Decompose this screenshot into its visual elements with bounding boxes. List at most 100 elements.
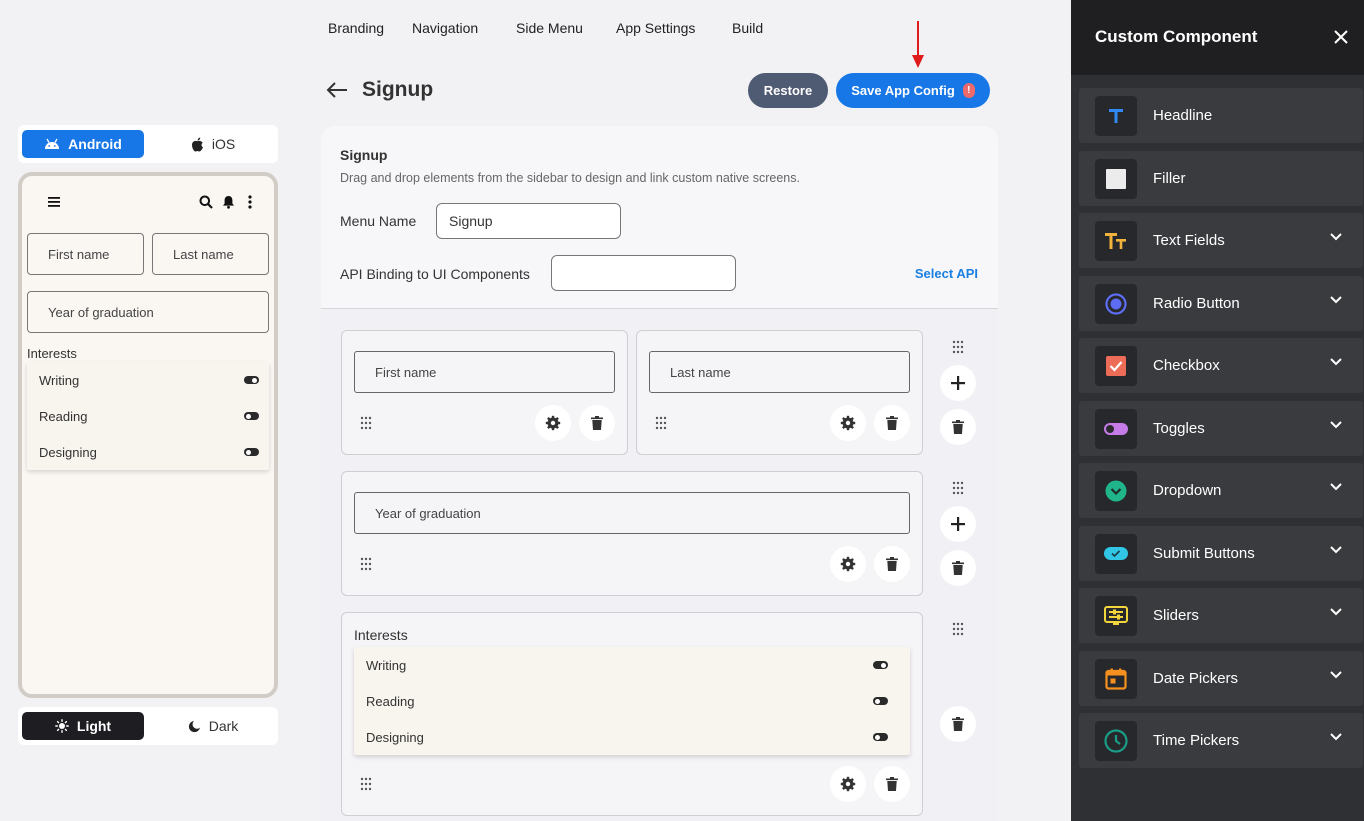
more-vertical-icon[interactable] bbox=[240, 192, 260, 212]
preview-first-name-input[interactable]: First name bbox=[27, 233, 144, 275]
ios-tab[interactable]: iOS bbox=[152, 130, 274, 158]
delete-button[interactable] bbox=[874, 546, 910, 582]
canvas-year-input[interactable]: Year of graduation bbox=[354, 492, 910, 534]
light-label: Light bbox=[76, 718, 112, 734]
page-header: Signup bbox=[326, 78, 433, 102]
settings-button[interactable] bbox=[830, 546, 866, 582]
sidebar-item-sliders[interactable]: Sliders bbox=[1079, 588, 1363, 643]
toggle-icon bbox=[1095, 408, 1137, 449]
chevron-down-icon[interactable] bbox=[1329, 293, 1343, 307]
row-drag-handle-icon[interactable] bbox=[951, 339, 965, 355]
sidebar-item-label: Text Fields bbox=[1153, 232, 1225, 249]
chevron-down-icon[interactable] bbox=[1329, 480, 1343, 494]
toggle-switch[interactable] bbox=[873, 661, 888, 669]
bell-icon[interactable] bbox=[218, 192, 238, 212]
canvas-interests-label: Interests bbox=[354, 627, 408, 643]
chevron-down-icon[interactable] bbox=[1329, 605, 1343, 619]
annotation-arrow-icon bbox=[912, 21, 924, 68]
nav-navigation[interactable]: Navigation bbox=[412, 20, 478, 36]
list-item: Designing bbox=[354, 719, 910, 755]
menu-name-input[interactable]: Signup bbox=[436, 203, 621, 239]
select-api-link[interactable]: Select API bbox=[915, 266, 978, 281]
add-row-button[interactable] bbox=[940, 365, 976, 401]
delete-row-button[interactable] bbox=[940, 550, 976, 586]
chevron-down-icon[interactable] bbox=[1329, 543, 1343, 557]
sidebar-item-label: Checkbox bbox=[1153, 357, 1220, 374]
phone-preview: First name Last name Year of graduation … bbox=[18, 172, 278, 698]
dark-theme-tab[interactable]: Dark bbox=[152, 712, 274, 740]
toggle-switch[interactable] bbox=[244, 412, 259, 420]
page-title: Signup bbox=[362, 78, 434, 101]
toggle-switch[interactable] bbox=[873, 697, 888, 705]
list-item: Writing bbox=[354, 647, 910, 683]
sidebar-item-text-fields[interactable]: Text Fields bbox=[1079, 213, 1363, 268]
sidebar-item-time-pickers[interactable]: Time Pickers bbox=[1079, 713, 1363, 768]
row-drag-handle-icon[interactable] bbox=[951, 480, 965, 496]
row-drag-handle-icon[interactable] bbox=[951, 621, 965, 637]
chevron-down-icon[interactable] bbox=[1329, 668, 1343, 682]
settings-button[interactable] bbox=[830, 766, 866, 802]
sidebar-item-radio-button[interactable]: Radio Button bbox=[1079, 276, 1363, 331]
delete-row-button[interactable] bbox=[940, 706, 976, 742]
time-picker-icon bbox=[1095, 720, 1137, 761]
plus-icon bbox=[951, 517, 965, 531]
add-row-button[interactable] bbox=[940, 506, 976, 542]
screen-settings: Signup Drag and drop elements from the s… bbox=[321, 126, 998, 309]
light-theme-tab[interactable]: Light bbox=[22, 712, 144, 740]
menu-name-label: Menu Name bbox=[340, 213, 417, 229]
settings-button[interactable] bbox=[830, 405, 866, 441]
sidebar-item-submit-buttons[interactable]: Submit Buttons bbox=[1079, 526, 1363, 581]
sidebar-item-date-pickers[interactable]: Date Pickers bbox=[1079, 651, 1363, 706]
settings-button[interactable] bbox=[535, 405, 571, 441]
toggle-switch[interactable] bbox=[244, 376, 259, 384]
first-name-component: First name bbox=[341, 330, 628, 455]
sidebar-item-toggles[interactable]: Toggles bbox=[1079, 401, 1363, 456]
drag-handle-icon[interactable] bbox=[654, 415, 668, 431]
sidebar-item-headline[interactable]: Headline bbox=[1079, 88, 1363, 143]
sidebar-header: Custom Component bbox=[1071, 0, 1364, 75]
drag-handle-icon[interactable] bbox=[359, 776, 373, 792]
delete-button[interactable] bbox=[874, 405, 910, 441]
close-icon[interactable] bbox=[1330, 26, 1352, 48]
drag-handle-icon[interactable] bbox=[359, 415, 373, 431]
chevron-down-icon[interactable] bbox=[1329, 230, 1343, 244]
theme-switch: Light Dark bbox=[18, 707, 278, 745]
preview-last-name-input[interactable]: Last name bbox=[152, 233, 269, 275]
android-tab[interactable]: Android bbox=[22, 130, 144, 158]
list-item: Reading bbox=[354, 683, 910, 719]
delete-button[interactable] bbox=[579, 405, 615, 441]
unsaved-badge: ! bbox=[962, 83, 975, 98]
sidebar-item-dropdown[interactable]: Dropdown bbox=[1079, 463, 1363, 518]
canvas-first-name-input[interactable]: First name bbox=[354, 351, 615, 393]
restore-button[interactable]: Restore bbox=[748, 73, 828, 108]
nav-build[interactable]: Build bbox=[732, 20, 763, 36]
chevron-down-icon[interactable] bbox=[1329, 418, 1343, 432]
hamburger-menu-icon[interactable] bbox=[44, 192, 64, 212]
chevron-down-icon[interactable] bbox=[1329, 730, 1343, 744]
apple-icon bbox=[191, 137, 204, 152]
sidebar-item-label: Sliders bbox=[1153, 607, 1199, 624]
canvas-last-name-input[interactable]: Last name bbox=[649, 351, 910, 393]
preview-year-input[interactable]: Year of graduation bbox=[27, 291, 269, 333]
trash-icon bbox=[952, 561, 964, 575]
nav-branding[interactable]: Branding bbox=[328, 20, 384, 36]
save-app-config-button[interactable]: Save App Config ! bbox=[836, 73, 990, 108]
list-item-label: Reading bbox=[39, 408, 88, 424]
back-arrow-icon[interactable] bbox=[326, 82, 348, 98]
sidebar-item-label: Headline bbox=[1153, 107, 1213, 124]
search-icon[interactable] bbox=[196, 192, 216, 212]
drag-handle-icon[interactable] bbox=[359, 556, 373, 572]
toggle-switch[interactable] bbox=[873, 733, 888, 741]
toggle-switch[interactable] bbox=[244, 448, 259, 456]
sun-icon bbox=[54, 719, 69, 733]
sidebar-item-checkbox[interactable]: Checkbox bbox=[1079, 338, 1363, 393]
api-binding-input[interactable] bbox=[551, 255, 736, 291]
delete-button[interactable] bbox=[874, 766, 910, 802]
chevron-down-icon[interactable] bbox=[1329, 355, 1343, 369]
nav-app-settings[interactable]: App Settings bbox=[616, 20, 695, 36]
delete-row-button[interactable] bbox=[940, 409, 976, 445]
list-item-label: Writing bbox=[39, 372, 80, 388]
sidebar-item-filler[interactable]: Filler bbox=[1079, 151, 1363, 206]
nav-side-menu[interactable]: Side Menu bbox=[516, 20, 583, 36]
gear-icon bbox=[545, 415, 561, 431]
